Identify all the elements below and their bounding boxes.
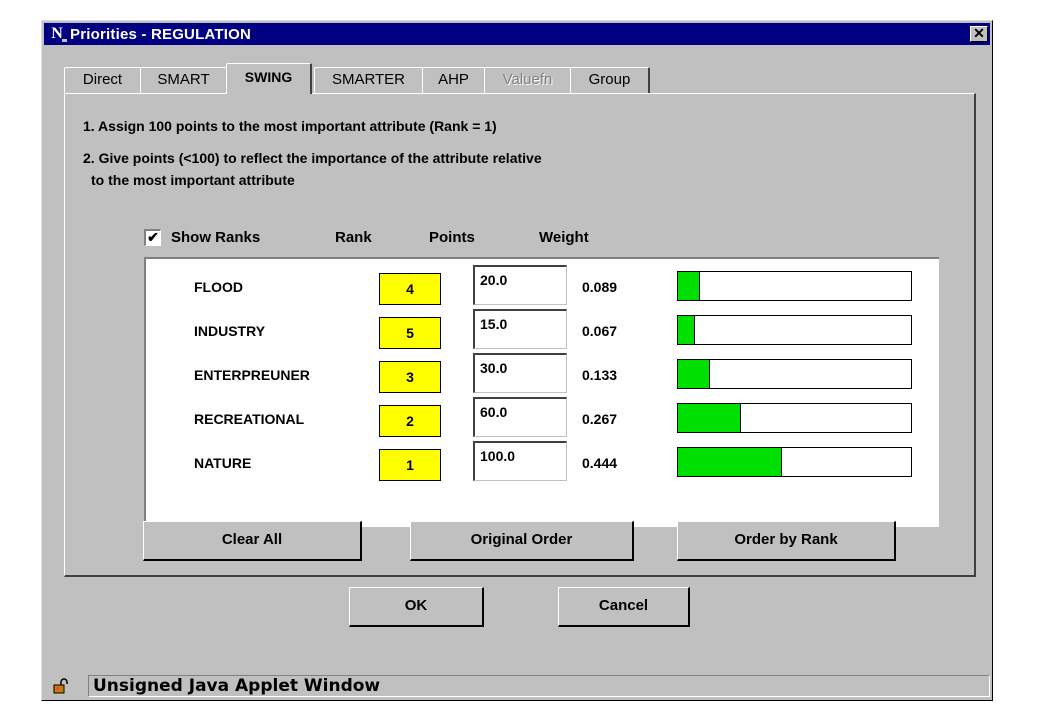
status-text: Unsigned Java Applet Window <box>88 675 990 697</box>
attribute-name: NATURE <box>194 455 252 471</box>
weight-value: 0.267 <box>582 411 618 427</box>
list-item: RECREATIONAL 2 60.0 0.267 <box>146 391 939 437</box>
weight-bar-fill <box>678 316 695 344</box>
weight-bar-fill <box>678 404 742 432</box>
netscape-n-icon: N <box>48 26 67 42</box>
points-column-header: Points <box>429 229 475 246</box>
weight-bar-fill <box>678 448 783 476</box>
attribute-name: RECREATIONAL <box>194 411 305 427</box>
list-item: ENTERPREUNER 3 30.0 0.133 <box>146 347 939 393</box>
points-input[interactable]: 60.0 <box>473 397 567 437</box>
weight-bar <box>677 447 912 477</box>
weight-value: 0.089 <box>582 279 618 295</box>
status-bar: Unsigned Java Applet Window <box>44 674 990 698</box>
instruction-1: 1. Assign 100 points to the most importa… <box>83 118 497 134</box>
tab-ahp[interactable]: AHP <box>422 67 486 93</box>
rank-column-header: Rank <box>335 229 372 246</box>
attribute-list: FLOOD 4 20.0 0.089 INDUSTRY 5 15.0 0.067… <box>144 257 939 527</box>
order-by-rank-button[interactable]: Order by Rank <box>677 521 896 561</box>
original-order-button[interactable]: Original Order <box>410 521 634 561</box>
weight-value: 0.133 <box>582 367 618 383</box>
rank-box[interactable]: 2 <box>379 405 441 437</box>
points-input[interactable]: 100.0 <box>473 441 567 481</box>
rank-box[interactable]: 5 <box>379 317 441 349</box>
tab-swing[interactable]: SWING <box>226 63 312 94</box>
tab-smart[interactable]: SMART <box>140 67 228 93</box>
tab-group[interactable]: Group <box>570 67 650 93</box>
points-input[interactable]: 15.0 <box>473 309 567 349</box>
attribute-name: INDUSTRY <box>194 323 266 339</box>
show-ranks-label: Show Ranks <box>171 229 261 246</box>
window-title: Priorities - REGULATION <box>70 26 252 43</box>
unlocked-padlock-icon <box>53 678 68 694</box>
weight-value: 0.067 <box>582 323 618 339</box>
close-icon: ✕ <box>973 25 985 41</box>
ok-button[interactable]: OK <box>349 587 484 627</box>
instruction-2-cont: to the most important attribute <box>91 172 295 188</box>
list-item: INDUSTRY 5 15.0 0.067 <box>146 303 939 349</box>
weight-bar <box>677 403 912 433</box>
tab-smarter[interactable]: SMARTER <box>314 67 424 93</box>
attribute-name: ENTERPREUNER <box>194 367 310 383</box>
list-item: FLOOD 4 20.0 0.089 <box>146 259 939 305</box>
instruction-2: 2. Give points (<100) to reflect the imp… <box>83 150 542 166</box>
points-input[interactable]: 30.0 <box>473 353 567 393</box>
weight-value: 0.444 <box>582 455 618 471</box>
rank-box[interactable]: 1 <box>379 449 441 481</box>
weight-column-header: Weight <box>539 229 589 246</box>
attribute-name: FLOOD <box>194 279 243 295</box>
cancel-button[interactable]: Cancel <box>558 587 690 627</box>
rank-box[interactable]: 3 <box>379 361 441 393</box>
tab-direct[interactable]: Direct <box>64 67 142 93</box>
rank-box[interactable]: 4 <box>379 273 441 305</box>
tab-valuefn: Valuefn <box>484 67 572 93</box>
weight-bar-fill <box>678 272 700 300</box>
points-input[interactable]: 20.0 <box>473 265 567 305</box>
weight-bar <box>677 359 912 389</box>
weight-bar <box>677 271 912 301</box>
close-button[interactable]: ✕ <box>970 26 988 42</box>
clear-all-button[interactable]: Clear All <box>143 521 362 561</box>
weight-bar-fill <box>678 360 710 388</box>
list-item: NATURE 1 100.0 0.444 <box>146 435 939 481</box>
show-ranks-checkbox[interactable]: ✔ <box>144 229 161 246</box>
priorities-window: N Priorities - REGULATION ✕ Direct SMART… <box>41 20 993 701</box>
weight-bar <box>677 315 912 345</box>
title-bar[interactable]: N Priorities - REGULATION ✕ <box>44 23 990 45</box>
checkmark-icon: ✔ <box>147 229 159 245</box>
